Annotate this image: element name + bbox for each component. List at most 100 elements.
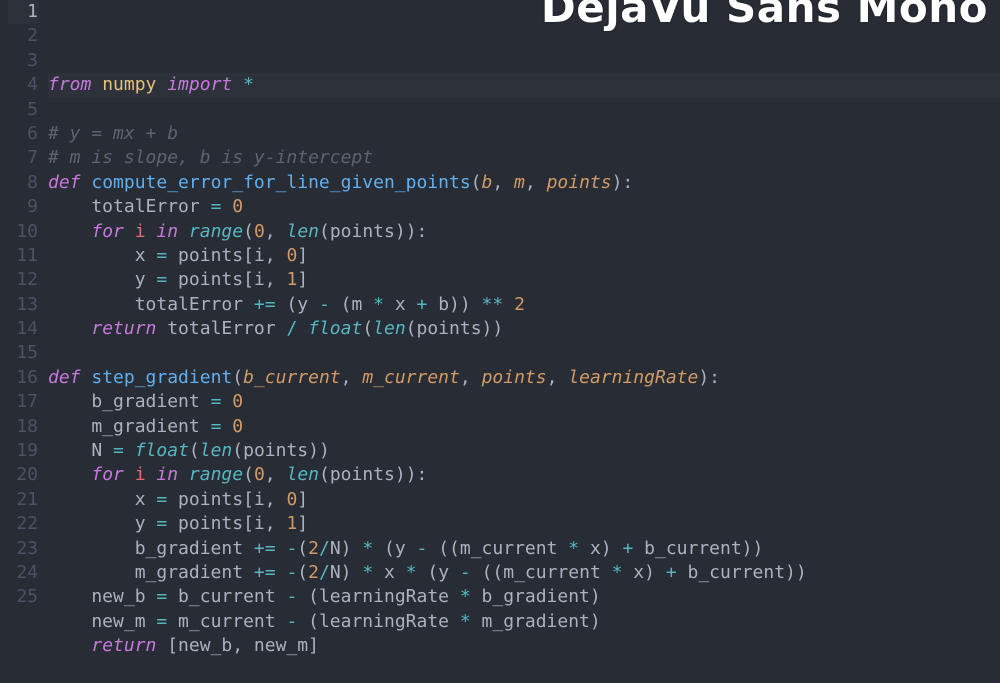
line-number: 19 [8, 439, 38, 463]
token-txt [276, 538, 287, 559]
token-op: - [286, 538, 297, 559]
token-txt: ( [471, 172, 482, 193]
token-txt: ] [297, 513, 308, 534]
token-txt: ] [297, 489, 308, 510]
token-prm: m [514, 172, 525, 193]
token-prm: b_current [243, 367, 341, 388]
token-op: + [622, 538, 633, 559]
token-kw: for [91, 221, 134, 242]
code-line[interactable] [48, 342, 1000, 366]
token-txt: ] [297, 245, 308, 266]
token-txt: ( [297, 538, 308, 559]
token-txt: m_gradient [48, 416, 211, 437]
token-bi: len [200, 440, 233, 461]
code-line[interactable]: x = points[i, 0] [48, 244, 1000, 268]
token-num: 0 [286, 489, 297, 510]
token-txt: ( [243, 464, 254, 485]
token-kw: def [48, 367, 91, 388]
token-txt: , [460, 367, 482, 388]
line-number: 24 [8, 561, 38, 585]
code-line[interactable]: return [new_b, new_m] [48, 634, 1000, 658]
code-line[interactable]: totalError += (y - (m * x + b)) ** 2 [48, 293, 1000, 317]
token-op: - [286, 562, 297, 583]
token-op: / [319, 538, 330, 559]
token-op: - [417, 538, 428, 559]
code-line[interactable]: return totalError / float(len(points)) [48, 317, 1000, 341]
token-txt: new_m [48, 611, 156, 632]
code-line[interactable]: # y = mx + b [48, 122, 1000, 146]
code-line[interactable]: for i in range(0, len(points)): [48, 220, 1000, 244]
token-op: += [254, 294, 276, 315]
token-txt: (learningRate [297, 611, 460, 632]
token-num: 1 [286, 269, 297, 290]
code-line[interactable]: from numpy import * [48, 73, 1000, 97]
code-line[interactable]: x = points[i, 0] [48, 488, 1000, 512]
token-txt: ] [297, 269, 308, 290]
token-op: + [417, 294, 428, 315]
font-title-overlay: DejaVu Sans Mono [541, 0, 988, 20]
token-op: = [156, 513, 167, 534]
token-cmt: # m is slope, b is y-intercept [48, 147, 373, 168]
token-txt: ((m_current [427, 538, 568, 559]
token-txt: (y [417, 562, 460, 583]
code-line[interactable]: y = points[i, 1] [48, 268, 1000, 292]
code-line[interactable] [48, 98, 1000, 122]
token-txt: , [341, 367, 363, 388]
code-line[interactable]: def compute_error_for_line_given_points(… [48, 171, 1000, 195]
token-txt: b_gradient) [471, 586, 601, 607]
token-txt: ( [189, 440, 200, 461]
code-line[interactable]: for i in range(0, len(points)): [48, 463, 1000, 487]
token-txt [276, 562, 287, 583]
line-number: 13 [8, 293, 38, 317]
line-number: 25 [8, 585, 38, 609]
token-op: = [211, 391, 222, 412]
code-line[interactable]: totalError = 0 [48, 195, 1000, 219]
code-editor[interactable]: 1234567891011121314151617181920212223242… [0, 0, 1000, 611]
line-number: 21 [8, 488, 38, 512]
token-op: + [666, 562, 677, 583]
code-area[interactable]: DejaVu Sans Mono from numpy import * # y … [48, 0, 1000, 611]
code-line[interactable] [48, 659, 1000, 683]
token-txt: totalError [167, 318, 286, 339]
token-txt [221, 196, 232, 217]
token-txt [297, 318, 308, 339]
code-line[interactable]: y = points[i, 1] [48, 512, 1000, 536]
token-txt: ( [362, 318, 373, 339]
token-op: * [460, 586, 471, 607]
token-txt: x) [579, 538, 622, 559]
line-number: 6 [8, 122, 38, 146]
code-line[interactable]: b_gradient = 0 [48, 390, 1000, 414]
line-number: 23 [8, 537, 38, 561]
token-txt: m_gradient) [471, 611, 601, 632]
token-txt [146, 464, 157, 485]
token-txt: ): [612, 172, 634, 193]
code-line[interactable]: new_m = m_current - (learningRate * m_gr… [48, 610, 1000, 634]
code-line[interactable]: # m is slope, b is y-intercept [48, 146, 1000, 170]
code-line[interactable]: N = float(len(points)) [48, 439, 1000, 463]
code-line[interactable]: m_gradient = 0 [48, 415, 1000, 439]
token-txt: [new_b, new_m] [167, 635, 319, 656]
token-op: = [211, 416, 222, 437]
token-txt: , [265, 464, 287, 485]
token-txt: (learningRate [297, 586, 460, 607]
token-bi: range [189, 464, 243, 485]
line-number: 22 [8, 512, 38, 536]
token-txt: (points)) [406, 318, 504, 339]
token-op: * [373, 294, 384, 315]
token-kw: in [156, 221, 189, 242]
token-txt: points[i, [167, 489, 286, 510]
token-num: 0 [232, 391, 243, 412]
line-number: 16 [8, 366, 38, 390]
token-txt: ((m_current [471, 562, 612, 583]
line-number: 12 [8, 268, 38, 292]
line-number: 2 [8, 24, 38, 48]
token-def: compute_error_for_line_given_points [91, 172, 470, 193]
code-line[interactable]: def step_gradient(b_current, m_current, … [48, 366, 1000, 390]
token-txt: b_current)) [633, 538, 763, 559]
token-bi: len [286, 221, 319, 242]
code-line[interactable]: new_b = b_current - (learningRate * b_gr… [48, 585, 1000, 609]
token-txt: (points)) [232, 440, 330, 461]
token-bi: len [286, 464, 319, 485]
code-line[interactable]: m_gradient += -(2/N) * x * (y - ((m_curr… [48, 561, 1000, 585]
code-line[interactable]: b_gradient += -(2/N) * (y - ((m_current … [48, 537, 1000, 561]
